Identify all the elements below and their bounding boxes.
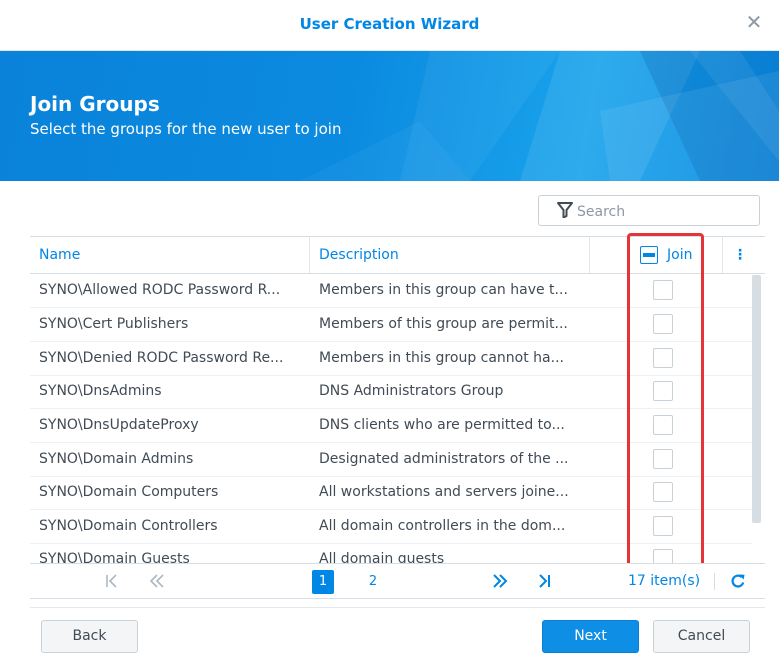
join-checkbox[interactable] [653, 314, 673, 334]
search-input[interactable] [575, 200, 757, 223]
cancel-button[interactable]: Cancel [653, 620, 750, 653]
first-page-icon[interactable] [102, 564, 122, 598]
page-1-button[interactable]: 1 [312, 570, 334, 594]
group-description: All workstations and servers joine... [319, 484, 569, 500]
page-2-button[interactable]: 2 [362, 570, 384, 594]
table-row[interactable]: SYNO\Domain Controllers All domain contr… [30, 510, 752, 544]
group-description: All domain controllers in the dom... [319, 518, 566, 534]
table-row[interactable]: SYNO\DnsUpdateProxy DNS clients who are … [30, 409, 752, 443]
item-count: 17 item(s) [628, 573, 701, 589]
last-page-icon[interactable] [534, 564, 554, 598]
group-name: SYNO\Domain Admins [39, 451, 194, 467]
group-description: All domain guests [319, 551, 445, 565]
header-banner: Join Groups Select the groups for the ne… [0, 51, 779, 181]
grid-header: Name Description Join ⋮ [30, 237, 765, 274]
table-row[interactable]: SYNO\Domain Admins Designated administra… [30, 443, 752, 477]
group-name: SYNO\Allowed RODC Password R... [39, 282, 281, 298]
filter-icon [557, 202, 573, 218]
next-page-icon[interactable] [488, 564, 512, 598]
column-divider[interactable] [589, 237, 590, 273]
table-row[interactable]: SYNO\DnsAdmins DNS Administrators Group [30, 375, 752, 409]
column-header-name[interactable]: Name [39, 237, 80, 273]
table-row[interactable]: SYNO\Domain Computers All workstations a… [30, 476, 752, 510]
group-name: SYNO\DnsAdmins [39, 383, 162, 399]
dialog-title: User Creation Wizard [299, 15, 480, 33]
group-name: SYNO\Cert Publishers [39, 316, 189, 332]
column-divider[interactable] [309, 237, 310, 273]
previous-page-icon[interactable] [145, 564, 169, 598]
page-subheading: Select the groups for the new user to jo… [30, 120, 342, 138]
group-description: Designated administrators of the ... [319, 451, 569, 467]
page-heading: Join Groups [30, 92, 160, 116]
pager-divider [714, 573, 715, 590]
table-row[interactable]: SYNO\Denied RODC Password Re... Members … [30, 342, 752, 376]
back-button[interactable]: Back [41, 620, 138, 653]
group-name: SYNO\Domain Controllers [39, 518, 218, 534]
column-menu-icon[interactable]: ⋮ [733, 237, 747, 273]
join-checkbox[interactable] [653, 280, 673, 300]
group-description: DNS clients who are permitted to... [319, 417, 565, 433]
search-box[interactable] [538, 195, 760, 226]
footer-divider [30, 607, 765, 608]
table-row[interactable]: SYNO\Domain Guests All domain guests [30, 543, 752, 565]
select-all-checkbox[interactable] [640, 246, 658, 264]
column-divider[interactable] [722, 237, 723, 273]
refresh-icon[interactable] [728, 564, 748, 598]
group-name: SYNO\Domain Computers [39, 484, 219, 500]
join-checkbox[interactable] [653, 449, 673, 469]
join-checkbox[interactable] [653, 381, 673, 401]
groups-grid: Name Description Join ⋮ SYNO\Allowed ROD… [30, 236, 765, 565]
grid-scrollbar-thumb[interactable] [752, 275, 761, 523]
join-checkbox[interactable] [653, 516, 673, 536]
join-checkbox[interactable] [653, 348, 673, 368]
group-description: Members in this group can have t... [319, 282, 568, 298]
column-header-join[interactable]: Join [667, 237, 692, 273]
group-name: SYNO\Domain Guests [39, 551, 190, 565]
group-name: SYNO\Denied RODC Password Re... [39, 350, 284, 366]
banner-decoration [300, 51, 779, 181]
group-description: Members of this group are permit... [319, 316, 568, 332]
join-checkbox[interactable] [653, 482, 673, 502]
group-name: SYNO\DnsUpdateProxy [39, 417, 199, 433]
group-description: DNS Administrators Group [319, 383, 504, 399]
next-button[interactable]: Next [542, 620, 639, 653]
pagination-bar: 1 2 17 item(s) [30, 563, 765, 599]
close-icon[interactable]: ✕ [743, 11, 765, 33]
table-row[interactable]: SYNO\Allowed RODC Password R... Members … [30, 274, 752, 308]
group-description: Members in this group cannot ha... [319, 350, 564, 366]
dialog-titlebar: User Creation Wizard ✕ [0, 0, 779, 51]
join-checkbox[interactable] [653, 415, 673, 435]
table-row[interactable]: SYNO\Cert Publishers Members of this gro… [30, 308, 752, 342]
column-header-description[interactable]: Description [319, 237, 399, 273]
